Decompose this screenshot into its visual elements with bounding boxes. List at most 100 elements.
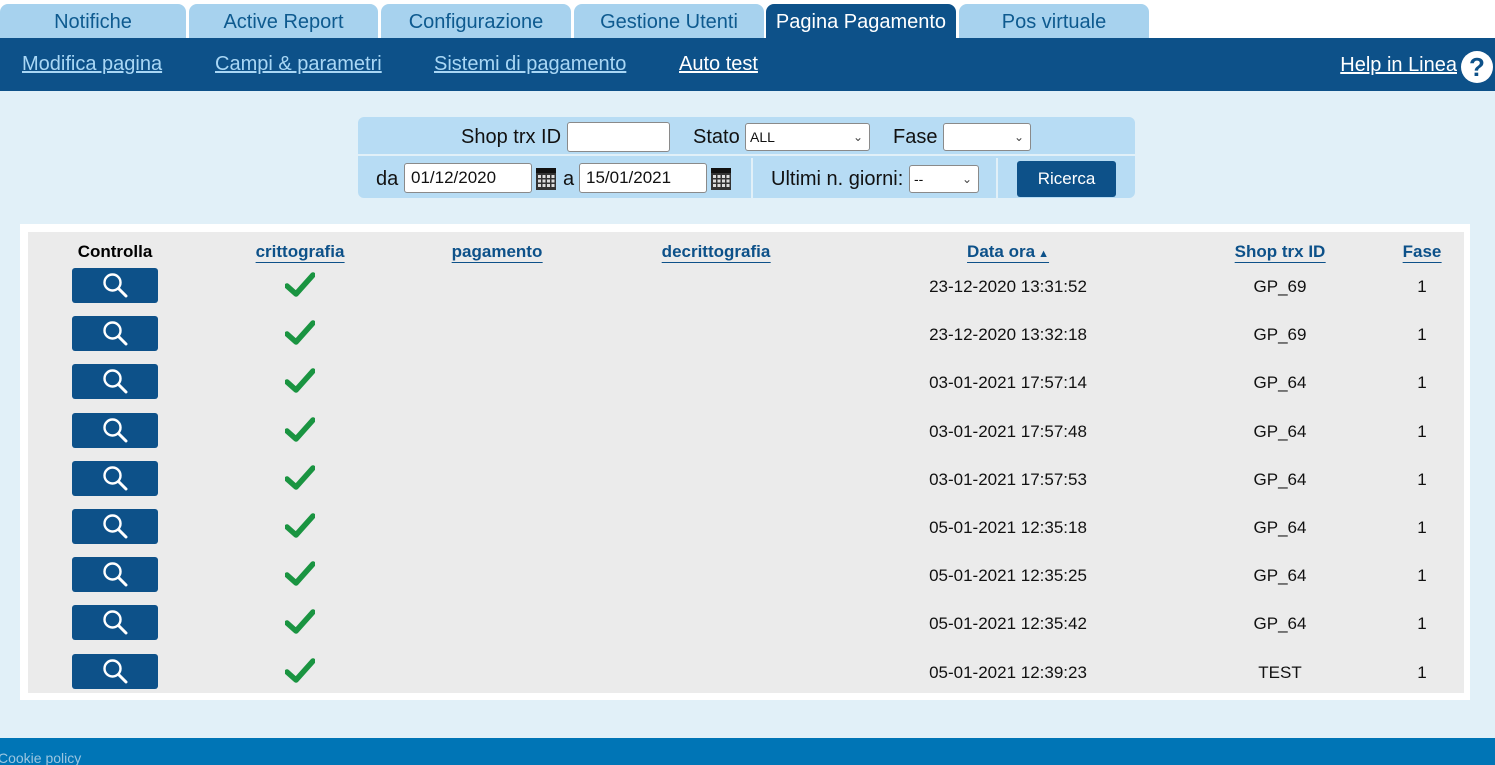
cell-fase: 1 <box>1417 469 1427 489</box>
header-controlla: Controlla <box>77 242 153 261</box>
results-table-body: Controlla crittografia pagamento decritt… <box>28 232 1464 693</box>
fase-label: Fase <box>893 126 938 148</box>
ultimi-giorni-select[interactable]: -- ⌄ <box>909 165 979 193</box>
subnav-auto-test[interactable]: Auto test <box>679 53 758 76</box>
header-pagamento[interactable]: pagamento <box>451 242 543 263</box>
main-panel: Shop trx ID Stato ALL ⌄ Fase ⌄ da a <box>0 91 1495 738</box>
view-details-button[interactable] <box>72 268 158 303</box>
view-details-button[interactable] <box>72 605 158 641</box>
a-label: a <box>563 168 575 190</box>
header-data-ora[interactable]: Data ora ▲ <box>967 242 1049 263</box>
calendar-icon[interactable] <box>711 168 731 190</box>
footer: Cookie policy <box>0 738 1495 765</box>
tab-gestione-utenti[interactable]: Gestione Utenti <box>574 4 764 38</box>
magnifier-icon <box>103 610 128 635</box>
magnifier-icon <box>103 658 128 684</box>
cell-data-ora: 03-01-2021 17:57:48 <box>929 421 1087 441</box>
magnifier-icon <box>103 321 128 346</box>
date-from-input[interactable] <box>404 163 532 193</box>
checkmark-icon <box>285 416 315 442</box>
checkmark-icon <box>285 561 315 586</box>
cell-shop-trx-id: TEST <box>1258 662 1302 682</box>
tab-configurazione[interactable]: Configurazione <box>381 4 571 38</box>
checkmark-icon <box>285 609 315 635</box>
view-details-button[interactable] <box>72 557 158 593</box>
cell-data-ora: 05-01-2021 12:35:25 <box>929 566 1087 586</box>
cookie-policy-link[interactable]: Cookie policy <box>0 750 81 765</box>
cell-shop-trx-id: GP_69 <box>1253 325 1307 345</box>
header-crittografia[interactable]: crittografia <box>255 242 345 263</box>
search-button[interactable]: Ricerca <box>1017 161 1116 197</box>
cell-fase: 1 <box>1417 566 1427 586</box>
checkmark-icon <box>285 320 315 345</box>
cell-data-ora: 05-01-2021 12:35:42 <box>929 614 1087 634</box>
checkmark-icon <box>285 657 315 683</box>
cell-shop-trx-id: GP_64 <box>1253 614 1307 634</box>
cell-shop-trx-id: GP_64 <box>1253 421 1307 441</box>
view-details-button[interactable] <box>72 412 158 448</box>
cell-fase: 1 <box>1417 614 1427 634</box>
cell-fase: 1 <box>1417 421 1427 441</box>
cell-data-ora: 05-01-2021 12:39:23 <box>929 662 1087 682</box>
stato-select[interactable]: ALL ⌄ <box>745 123 870 151</box>
chevron-down-icon: ⌄ <box>852 130 863 144</box>
ultimi-giorni-label: Ultimi n. giorni: <box>771 168 904 190</box>
ultimi-giorni-value: -- <box>914 171 924 187</box>
tab-notifiche[interactable]: Notifiche <box>0 4 186 38</box>
cell-shop-trx-id: GP_64 <box>1253 469 1307 489</box>
magnifier-icon <box>103 514 128 539</box>
tab-active-report[interactable]: Active Report <box>189 4 378 38</box>
tab-pos-virtuale[interactable]: Pos virtuale <box>959 4 1149 38</box>
calendar-icon[interactable] <box>536 168 556 190</box>
view-details-button[interactable] <box>72 509 158 544</box>
cell-data-ora: 03-01-2021 17:57:14 <box>929 373 1087 393</box>
header-decrittografia[interactable]: decrittografia <box>661 242 771 263</box>
checkmark-icon <box>285 368 315 394</box>
cell-shop-trx-id: GP_64 <box>1253 518 1307 537</box>
view-details-button[interactable] <box>72 316 158 352</box>
view-details-button[interactable] <box>72 364 158 400</box>
sort-ascending-icon: ▲ <box>1038 248 1049 260</box>
cell-fase: 1 <box>1417 373 1427 393</box>
cell-data-ora: 23-12-2020 13:32:18 <box>929 325 1087 345</box>
cell-fase: 1 <box>1417 277 1427 296</box>
filter-divider <box>751 158 753 198</box>
filter-divider <box>996 158 998 198</box>
checkmark-icon <box>285 465 315 490</box>
top-tab-bar: Notifiche Active Report Configurazione G… <box>0 0 1495 38</box>
cell-fase: 1 <box>1417 662 1427 682</box>
view-details-button[interactable] <box>72 460 158 496</box>
view-details-button[interactable] <box>72 653 158 689</box>
table-row: 05-01-2021 12:35:25 GP_64 1 <box>28 557 1464 605</box>
da-label: da <box>376 168 399 190</box>
subnav-modifica-pagina[interactable]: Modifica pagina <box>22 53 162 76</box>
help-link[interactable]: Help in Linea <box>1340 54 1457 77</box>
subnav-sistemi-pagamento[interactable]: Sistemi di pagamento <box>434 53 626 76</box>
checkmark-icon <box>285 272 315 297</box>
cell-data-ora: 23-12-2020 13:31:52 <box>929 277 1087 296</box>
magnifier-icon <box>103 562 128 587</box>
header-fase[interactable]: Fase <box>1402 242 1442 263</box>
fase-select[interactable]: ⌄ <box>943 123 1031 151</box>
table-row: 05-01-2021 12:35:18 GP_64 1 <box>28 509 1464 557</box>
magnifier-icon <box>103 417 128 443</box>
date-to-input[interactable] <box>579 163 707 193</box>
tab-pagina-pagamento[interactable]: Pagina Pagamento <box>766 4 956 38</box>
magnifier-icon <box>103 466 128 491</box>
help-circle-icon[interactable]: ? <box>1461 51 1493 83</box>
sub-navigation: Modifica pagina Campi & parametri Sistem… <box>0 38 1495 91</box>
table-row: 03-01-2021 17:57:48 GP_64 1 <box>28 412 1464 461</box>
cell-fase: 1 <box>1417 325 1427 345</box>
table-row: 03-01-2021 17:57:53 GP_64 1 <box>28 460 1464 509</box>
table-row: 23-12-2020 13:31:52 GP_69 1 <box>28 268 1464 316</box>
cell-data-ora: 05-01-2021 12:35:18 <box>929 518 1087 537</box>
magnifier-icon <box>103 273 128 298</box>
header-shop-trx-id[interactable]: Shop trx ID <box>1234 242 1326 263</box>
table-row: 05-01-2021 12:39:23 TEST 1 <box>28 653 1464 702</box>
chevron-down-icon: ⌄ <box>1013 130 1024 144</box>
subnav-campi-parametri[interactable]: Campi & parametri <box>215 53 382 76</box>
cell-fase: 1 <box>1417 518 1427 537</box>
search-filter-box: Shop trx ID Stato ALL ⌄ Fase ⌄ da a <box>358 117 1135 198</box>
shop-trx-input[interactable] <box>567 122 670 152</box>
table-row: 03-01-2021 17:57:14 GP_64 1 <box>28 364 1464 412</box>
